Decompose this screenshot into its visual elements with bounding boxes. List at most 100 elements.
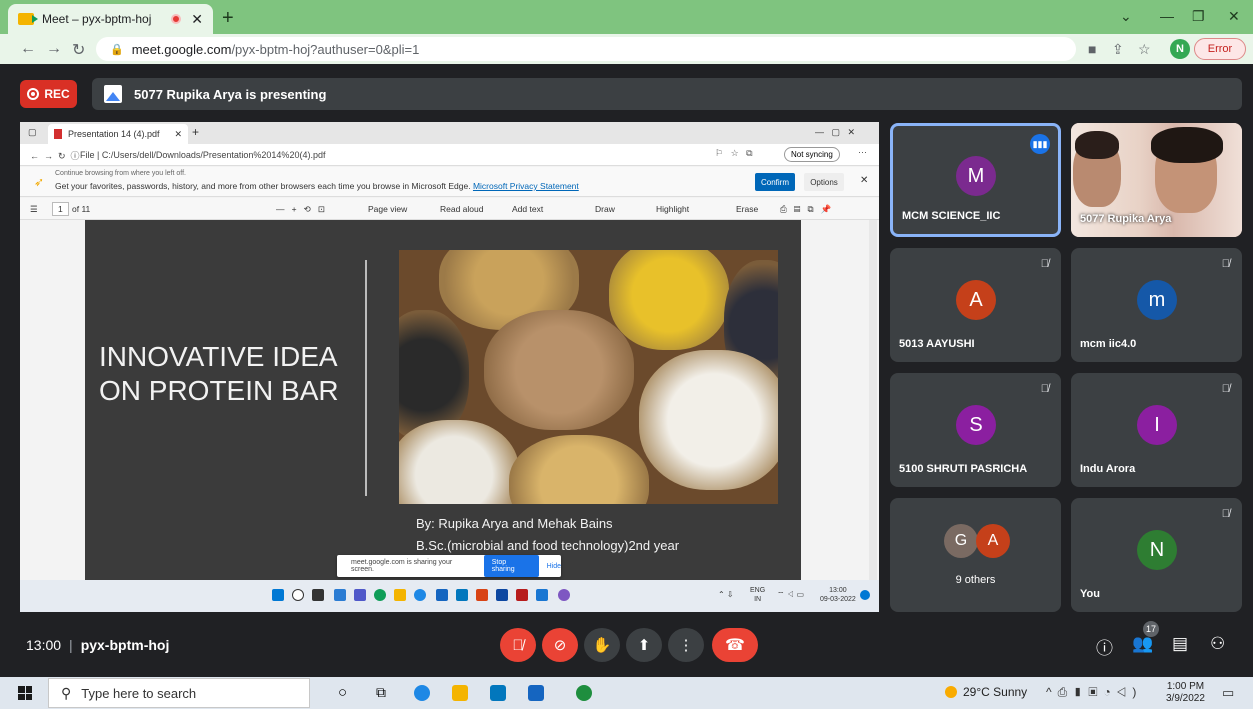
draw: Draw (595, 204, 615, 214)
forward-icon[interactable]: → (46, 40, 62, 58)
remote-start-icon (272, 589, 284, 601)
camera-toggle-button[interactable]: ⊘ (542, 628, 578, 662)
taskbar-search-input[interactable]: ⚲ Type here to search (48, 678, 310, 708)
participant-tile-mcm-science[interactable]: ▮▮▮ M MCM SCIENCE_IIC (890, 123, 1061, 237)
system-tray-icons[interactable]: ^⎙▮▣◔◁) (1046, 685, 1142, 700)
minimize-icon[interactable]: — (1160, 8, 1174, 24)
remote-store-icon (436, 589, 448, 601)
edge-icon[interactable] (414, 685, 430, 701)
chrome-icon[interactable] (576, 685, 592, 701)
confirm-button: Confirm (755, 173, 795, 191)
present-icon: ⬆ (637, 637, 651, 654)
participant-tile-mcm-iic[interactable]: 🎙̸ m mcm iic4.0 (1071, 248, 1242, 362)
people-icon[interactable]: 👥 (1132, 634, 1153, 654)
present-button[interactable]: ⬆ (626, 628, 662, 662)
activities-icon[interactable]: ⚇ (1210, 634, 1225, 654)
avatar: A (956, 280, 996, 320)
pdf-scrollbar (869, 220, 877, 580)
hangup-icon: ☎ (725, 637, 745, 654)
participant-tile-shruti[interactable]: 🎙̸ S 5100 SHRUTI PASRICHA (890, 373, 1061, 487)
hide-button: Hide (546, 562, 561, 570)
recording-dot-icon (171, 14, 182, 24)
search-placeholder: Type here to search (81, 685, 197, 701)
more-vert-icon: ⋮ (678, 637, 694, 654)
more-options-button[interactable]: ⋮ (668, 628, 704, 662)
participant-count-badge: 17 (1143, 621, 1159, 637)
remote-mail-icon (456, 589, 468, 601)
close-window-icon[interactable]: ✕ (1228, 8, 1240, 25)
stop-sharing-button: Stop sharing (483, 555, 539, 577)
share-notice-text: meet.google.com is sharing your screen. (351, 559, 453, 573)
participant-name: MCM SCIENCE_IIC (902, 210, 1001, 222)
back-icon[interactable]: ← (20, 40, 36, 58)
grains-photo (399, 250, 778, 504)
rec-label: REC (44, 87, 70, 101)
cortana-icon[interactable]: ○ (338, 684, 347, 701)
participant-tile-others[interactable]: G A 9 others (890, 498, 1061, 612)
participant-tile-aayushi[interactable]: 🎙̸ A 5013 AAYUSHI (890, 248, 1061, 362)
remote-app-icon (536, 589, 548, 601)
store-icon[interactable] (528, 685, 544, 701)
info-icon[interactable]: ⓘ (1096, 634, 1113, 659)
slide-byline: By: Rupika Arya and Mehak Bains B.Sc.(mi… (416, 513, 679, 557)
slide-title: INNOVATIVE IDEA ON PROTEIN BAR (99, 341, 339, 406)
print-save-icons: ⎙ ▤ ⧉ 📌 (780, 204, 832, 214)
windows-start-icon[interactable] (18, 686, 32, 700)
remote-widgets-icon (334, 589, 346, 601)
hand-icon: ✋ (592, 637, 612, 654)
close-pdf-tab-icon: ✕ (174, 128, 182, 139)
profile-avatar[interactable]: N (1170, 39, 1190, 59)
remote-explorer-icon (394, 589, 406, 601)
slide-divider (365, 260, 367, 496)
participant-name: 5077 Rupika Arya (1080, 213, 1172, 225)
weather-widget[interactable]: 29°C Sunny (945, 685, 1027, 699)
participant-name: You (1080, 588, 1100, 600)
remote-clock: 13:00 09-03-2022 (820, 587, 856, 603)
participant-tile-rupika-video[interactable]: 5077 Rupika Arya (1071, 123, 1242, 237)
mail-icon[interactable] (490, 685, 506, 701)
maximize-icon[interactable]: ❐ (1192, 8, 1205, 25)
avatar: m (1137, 280, 1177, 320)
share-icon[interactable]: ⇪ (1112, 41, 1124, 58)
clock-date: 3/9/2022 (1166, 693, 1205, 704)
address-bar[interactable]: 🔒 meet.google.com/pyx-bptm-hoj?authuser=… (96, 37, 1076, 61)
task-view-icon[interactable]: ⧉ (376, 684, 386, 701)
reload-icon[interactable]: ↻ (72, 40, 85, 60)
page-total: of 11 (72, 204, 91, 214)
mic-toggle-button[interactable]: 🎙̸ (500, 628, 536, 662)
camera-icon[interactable]: ■ (1088, 41, 1096, 57)
recording-indicator: REC (20, 80, 77, 108)
leave-call-button[interactable]: ☎ (712, 628, 758, 662)
browser-tab-meet[interactable]: Meet – pyx-bptm-hoj ✕ (8, 4, 213, 34)
remote-office-icon (476, 589, 488, 601)
taskbar-clock[interactable]: 1:00 PM 3/9/2022 (1166, 681, 1205, 705)
pdf-icon (54, 129, 62, 139)
infobar-line1: Continue browsing from where you left of… (55, 170, 186, 177)
participant-tile-indu[interactable]: 🎙̸ I Indu Arora (1071, 373, 1242, 487)
speaking-indicator-icon: ▮▮▮ (1030, 134, 1050, 154)
windows-taskbar: ⚲ Type here to search ○ ⧉ 29°C Sunny ^⎙▮… (0, 677, 1253, 709)
file-explorer-icon[interactable] (452, 685, 468, 701)
error-button[interactable]: Error (1194, 38, 1246, 60)
meeting-info: 13:00 | pyx-bptm-hoj (26, 637, 170, 653)
remote-chat-icon (354, 589, 366, 601)
url-path: /pyx-bptm-hoj?authuser=0&pli=1 (231, 41, 420, 57)
presenting-text: 5077 Rupika Arya is presenting (134, 86, 327, 102)
participant-name: mcm iic4.0 (1080, 338, 1137, 350)
remote-paint-icon (558, 589, 570, 601)
highlight: Highlight (656, 204, 690, 214)
participant-tile-you[interactable]: 🎙̸ N You (1071, 498, 1242, 612)
notification-icon[interactable]: ▭ (1222, 685, 1234, 701)
tab-search-icon[interactable]: ⌄ (1120, 8, 1132, 25)
participant-name: 9 others (955, 574, 996, 586)
mic-off-icon: 🎙̸ (1221, 508, 1230, 520)
close-tab-icon[interactable]: ✕ (191, 11, 203, 28)
read-aloud: Read aloud (440, 204, 484, 214)
new-tab-icon[interactable]: + (222, 7, 234, 30)
remote-edge-icon (374, 589, 386, 601)
edge-toolbar-icons: ⚐ ☆ ⧉ (715, 148, 753, 158)
raise-hand-button[interactable]: ✋ (584, 628, 620, 662)
page-number: 1 (52, 202, 69, 216)
bookmark-star-icon[interactable]: ☆ (1138, 41, 1151, 58)
chat-icon[interactable]: ▤ (1172, 634, 1188, 654)
